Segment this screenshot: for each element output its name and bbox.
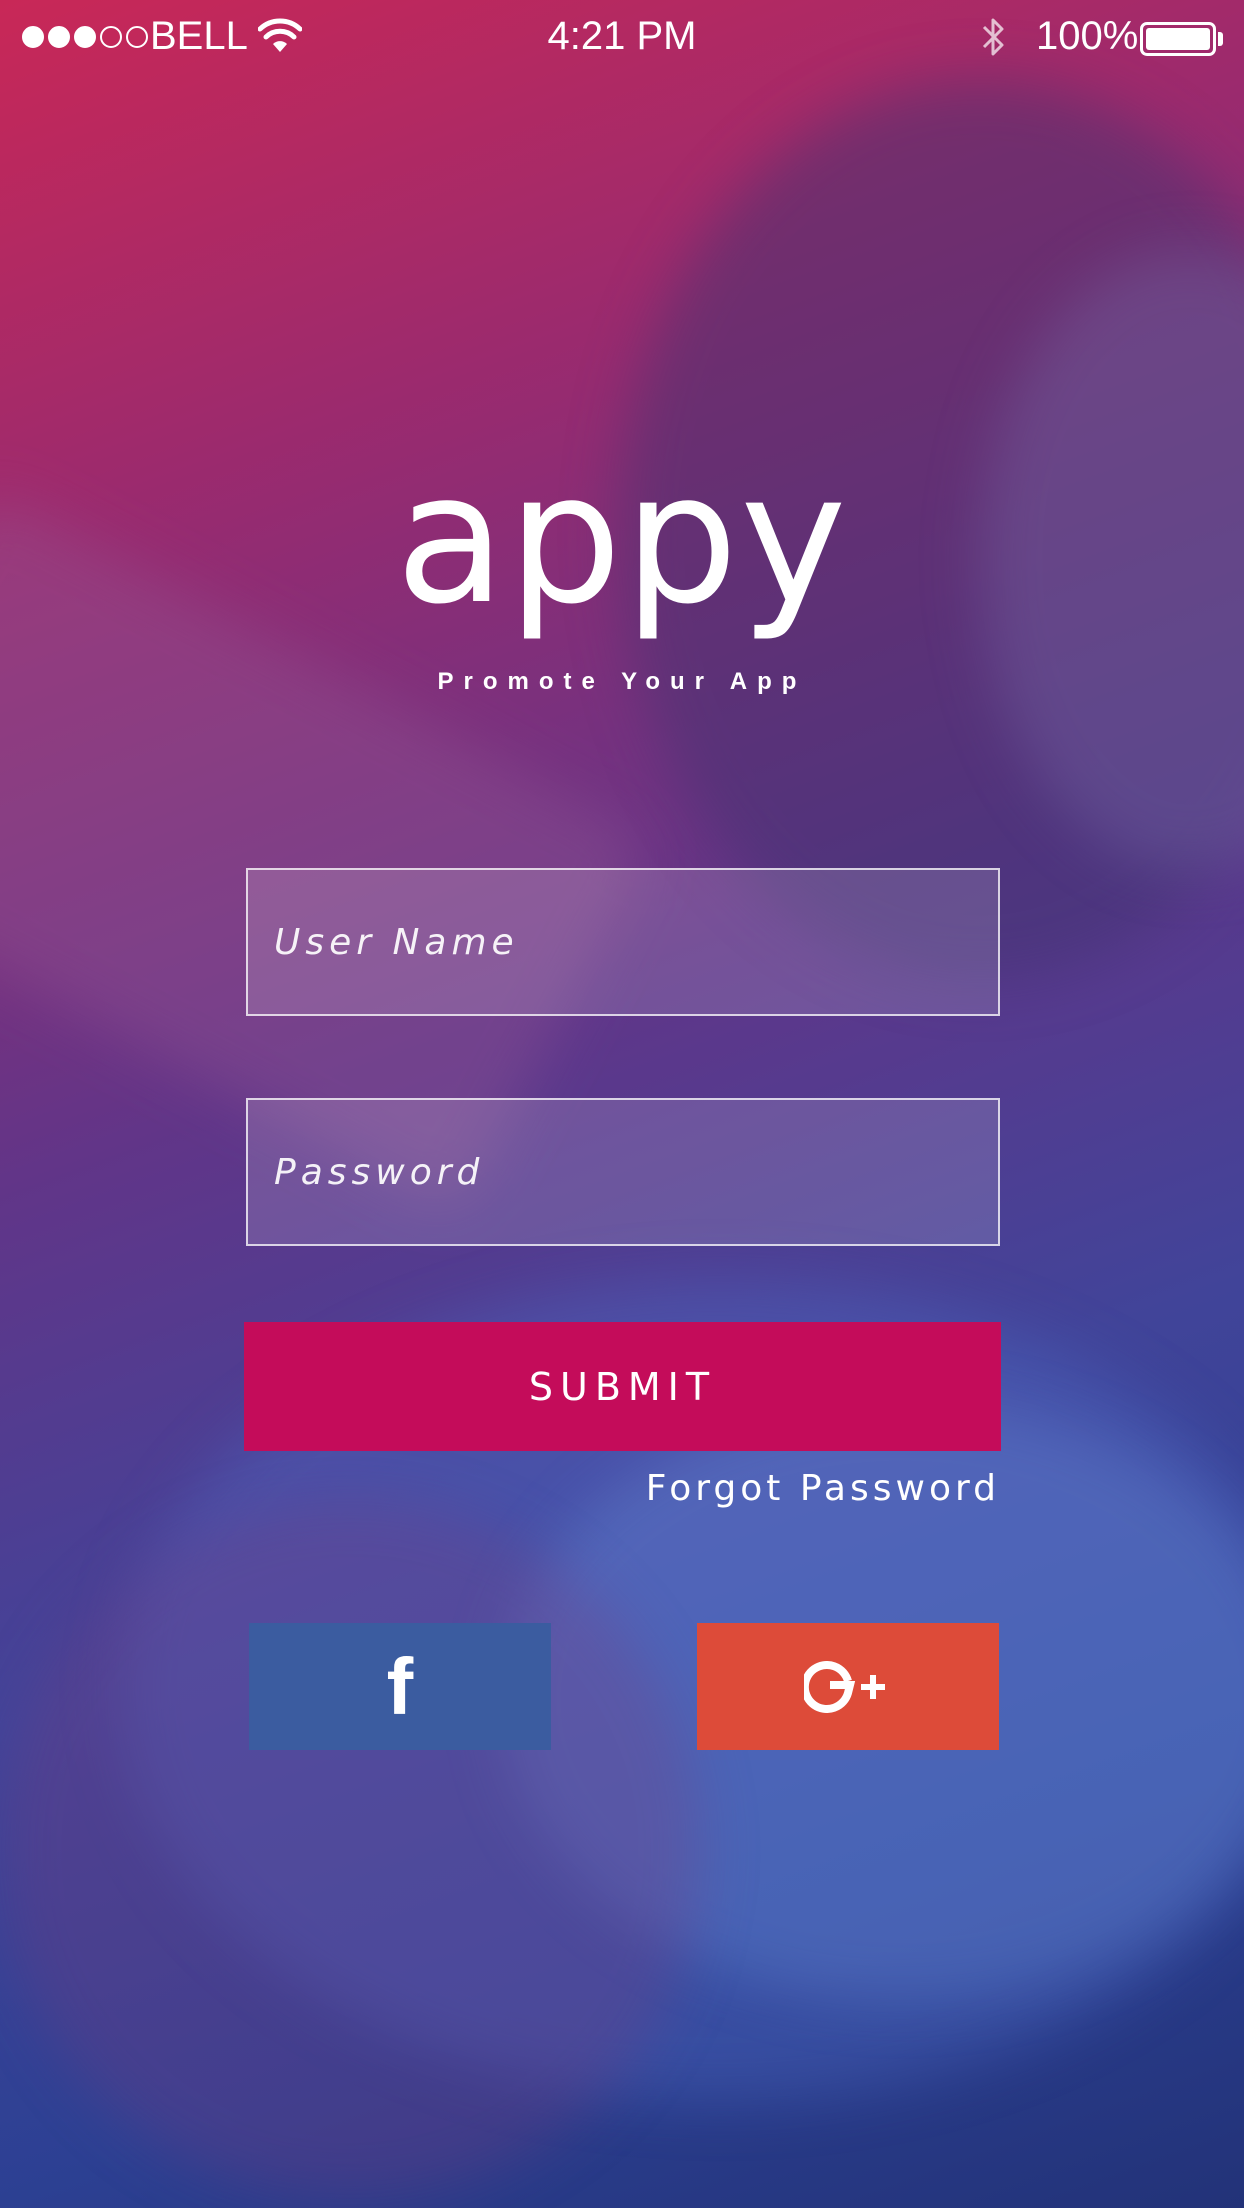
password-field[interactable]	[246, 1098, 1000, 1246]
username-field[interactable]	[246, 868, 1000, 1016]
background-photo-shape	[0, 1500, 700, 2200]
facebook-login-button[interactable]: f	[249, 1623, 551, 1750]
facebook-icon: f	[386, 1641, 414, 1731]
google-plus-icon	[804, 1660, 885, 1713]
app-logo: appy	[395, 435, 849, 644]
google-plus-login-button[interactable]	[697, 1623, 999, 1750]
battery-percent: 100%	[1036, 14, 1139, 58]
login-screen: BELL 4:21 PM 100% appy Promote Your App …	[0, 0, 1244, 2208]
bluetooth-icon	[982, 18, 1004, 56]
forgot-password-link[interactable]: Forgot Password	[500, 1468, 1000, 1509]
username-input[interactable]	[272, 920, 998, 964]
battery-level	[1146, 28, 1210, 50]
tagline: Promote Your App	[437, 668, 807, 695]
battery-icon	[1140, 22, 1216, 56]
status-bar: BELL 4:21 PM 100%	[0, 0, 1244, 80]
submit-button[interactable]: SUBMIT	[244, 1322, 1001, 1451]
password-input[interactable]	[272, 1150, 998, 1194]
